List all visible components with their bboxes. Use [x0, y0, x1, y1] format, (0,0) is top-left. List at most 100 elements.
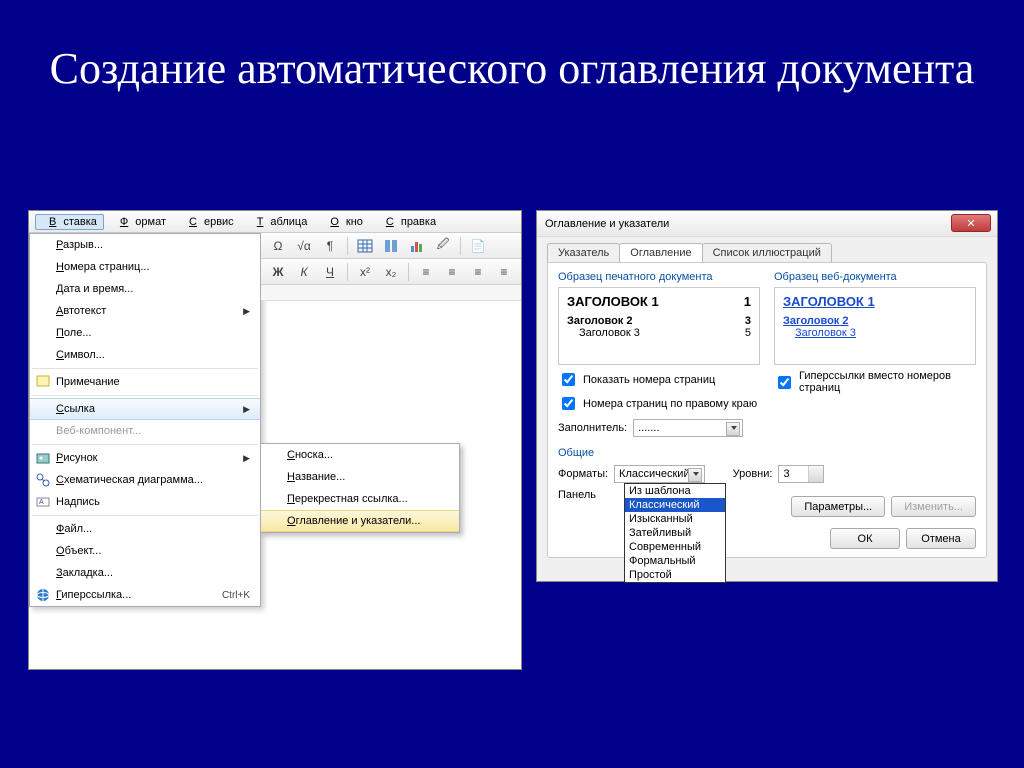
dialog-body: Образец печатного документа ЗАГОЛОВОК 11…	[547, 262, 987, 558]
submenu-arrow-icon: ▶	[243, 306, 250, 317]
drawing-icon[interactable]: 🖉	[432, 236, 454, 256]
levels-spinner[interactable]: 3	[778, 465, 824, 483]
formats-dropdown-list: Из шаблонаКлассическийИзысканныйЗатейлив…	[624, 483, 726, 583]
menu-separator	[32, 395, 258, 396]
formats-option[interactable]: Классический	[625, 498, 725, 512]
toolbar-row-1: Ω √α ¶ 🖉 📄	[261, 233, 521, 259]
chk-show-pages[interactable]: Показать номера страниц	[558, 370, 760, 389]
formats-option[interactable]: Затейливый	[625, 526, 725, 540]
docmap-icon[interactable]: 📄	[467, 236, 489, 256]
insert-menu-item[interactable]: Ссылка▶	[30, 398, 260, 420]
menu-item-icon	[30, 518, 56, 540]
toolbar-row-2: Ж К Ч x² x₂ ≡ ≡ ≡ ≡	[261, 259, 521, 285]
align-center-icon[interactable]: ≡	[441, 262, 463, 282]
chart-icon[interactable]	[406, 236, 428, 256]
table-icon[interactable]	[354, 236, 376, 256]
columns-icon[interactable]	[380, 236, 402, 256]
underline-icon[interactable]: Ч	[319, 262, 341, 282]
italic-icon[interactable]: К	[293, 262, 315, 282]
insert-menu-item[interactable]: Дата и время...	[30, 278, 260, 300]
align-left-icon[interactable]: ≡	[415, 262, 437, 282]
menu-item-icon	[30, 447, 56, 469]
insert-menu-item[interactable]: Рисунок▶	[30, 447, 260, 469]
modify-button[interactable]: Изменить...	[891, 496, 976, 517]
menu-help[interactable]: Справка	[372, 214, 443, 230]
tab-illustrations[interactable]: Список иллюстраций	[702, 243, 832, 262]
formats-option[interactable]: Простой	[625, 568, 725, 582]
insert-menu-item[interactable]: Номера страниц...	[30, 256, 260, 278]
menu-item-icon	[30, 584, 56, 606]
menu-window[interactable]: Окно	[316, 214, 370, 230]
menu-insert[interactable]: Вставка	[35, 214, 104, 230]
group-web-label: Образец веб-документа	[774, 271, 976, 283]
reference-submenu: Сноска... Название... Перекрестная ссылка.…	[260, 443, 460, 533]
chk-hyperlinks[interactable]: Гиперссылки вместо номеров страниц	[774, 370, 976, 394]
menu-format[interactable]: Формат	[106, 214, 173, 230]
svg-text:A: A	[39, 499, 44, 506]
ok-button[interactable]: ОК	[830, 528, 900, 549]
insert-menu-item[interactable]: Автотекст▶	[30, 300, 260, 322]
bold-icon[interactable]: Ж	[267, 262, 289, 282]
menu-item-label: Надпись	[56, 496, 250, 508]
ref-submenu-item[interactable]: Перекрестная ссылка...	[261, 488, 459, 510]
insert-menu: Разрыв... Номера страниц... Дата и время..…	[29, 233, 261, 607]
omega-icon[interactable]: Ω	[267, 236, 289, 256]
formats-option[interactable]: Формальный	[625, 554, 725, 568]
sqrt-icon[interactable]: √α	[293, 236, 315, 256]
word-window-fragment: Вставка Формат Сервис Таблица Окно Справ…	[28, 210, 522, 670]
ref-submenu-item[interactable]: Сноска...	[261, 444, 459, 466]
filler-select[interactable]: .......	[633, 419, 743, 437]
print-preview-box: ЗАГОЛОВОК 11 Заголовок 23 Заголовок 35	[558, 287, 760, 365]
formats-option[interactable]: Изысканный	[625, 512, 725, 526]
menu-item-label: Примечание	[56, 376, 250, 388]
menu-item-label: Автотекст	[56, 305, 243, 317]
toolbar-divider	[347, 263, 348, 281]
insert-menu-item[interactable]: Символ...	[30, 344, 260, 366]
ref-submenu-item[interactable]: Название...	[261, 466, 459, 488]
formats-select[interactable]: Классический	[614, 465, 705, 483]
insert-menu-item[interactable]: Схематическая диаграмма...	[30, 469, 260, 491]
cancel-button[interactable]: Отмена	[906, 528, 976, 549]
insert-menu-item[interactable]: A Надпись	[30, 491, 260, 513]
tab-toc[interactable]: Оглавление	[619, 243, 702, 262]
chk-hyperlinks-box[interactable]	[778, 376, 791, 389]
menu-item-icon	[30, 371, 56, 393]
subscript-icon[interactable]: x₂	[380, 262, 402, 282]
insert-menu-item[interactable]: Гиперссылка...Ctrl+K	[30, 584, 260, 606]
chk-right-align[interactable]: Номера страниц по правому краю	[558, 394, 760, 413]
menu-item-label: Разрыв...	[56, 239, 250, 251]
formats-option[interactable]: Из шаблона	[625, 484, 725, 498]
params-button[interactable]: Параметры...	[791, 496, 885, 517]
menu-item-label: Символ...	[56, 349, 250, 361]
toolbar-divider	[408, 263, 409, 281]
close-button[interactable]: ✕	[951, 214, 991, 232]
chk-show-pages-box[interactable]	[562, 373, 575, 386]
insert-menu-item[interactable]: Закладка...	[30, 562, 260, 584]
align-justify-icon[interactable]: ≡	[493, 262, 515, 282]
insert-menu-item[interactable]: Разрыв...	[30, 234, 260, 256]
menu-item-icon	[30, 234, 56, 256]
menu-item-label: Номера страниц...	[56, 261, 250, 273]
ref-submenu-item[interactable]: Оглавление и указатели...	[261, 510, 459, 532]
menu-item-label: Объект...	[56, 545, 250, 557]
formats-option[interactable]: Современный	[625, 540, 725, 554]
menubar: Вставка Формат Сервис Таблица Окно Справ…	[29, 211, 521, 233]
menu-separator	[32, 368, 258, 369]
menu-service[interactable]: Сервис	[175, 214, 241, 230]
insert-menu-item[interactable]: Примечание	[30, 371, 260, 393]
menu-separator	[32, 444, 258, 445]
group-general-label: Общие	[558, 447, 976, 459]
insert-menu-item[interactable]: Поле...	[30, 322, 260, 344]
superscript-icon[interactable]: x²	[354, 262, 376, 282]
web-h1-link: ЗАГОЛОВОК 1	[783, 294, 967, 309]
toc-dialog: Оглавление и указатели ✕ Указатель Оглав…	[536, 210, 998, 582]
tab-index[interactable]: Указатель	[547, 243, 620, 262]
insert-menu-item[interactable]: Файл...	[30, 518, 260, 540]
toolbar-divider	[347, 237, 348, 255]
menu-table[interactable]: Таблица	[243, 214, 315, 230]
align-right-icon[interactable]: ≡	[467, 262, 489, 282]
chk-right-align-box[interactable]	[562, 397, 575, 410]
submenu-item-label: Название...	[287, 471, 449, 483]
paragraph-icon[interactable]: ¶	[319, 236, 341, 256]
insert-menu-item[interactable]: Объект...	[30, 540, 260, 562]
